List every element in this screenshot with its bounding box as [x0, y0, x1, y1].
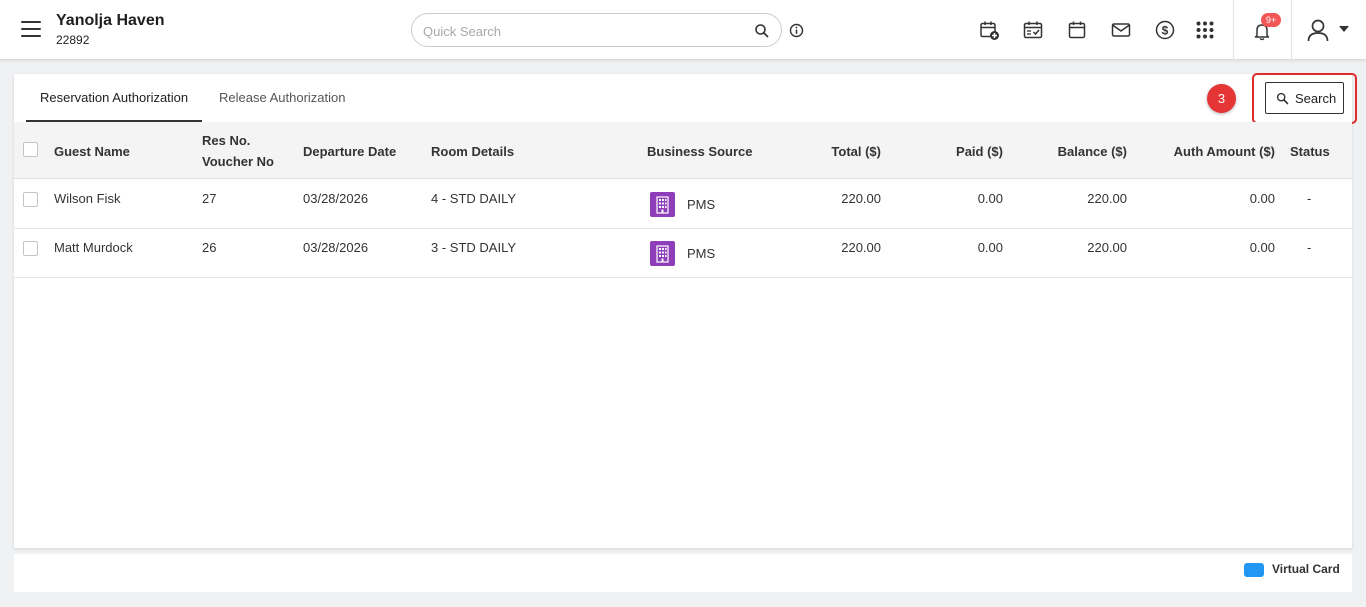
dollar-icon[interactable]: $ — [1154, 19, 1176, 41]
col-balance[interactable]: Balance ($) — [1007, 144, 1127, 159]
total: 220.00 — [841, 191, 881, 206]
search-icon — [1276, 92, 1289, 105]
tab-release-authorization[interactable]: Release Authorization — [205, 74, 359, 122]
row-checkbox[interactable] — [23, 192, 38, 207]
building-icon — [650, 192, 675, 217]
mail-icon[interactable] — [1110, 19, 1132, 41]
status: - — [1307, 240, 1312, 255]
property-name: Yanolja Haven — [56, 12, 165, 29]
step-badge: 3 — [1207, 84, 1236, 113]
col-guest-name[interactable]: Guest Name — [54, 144, 130, 159]
paid: 0.00 — [977, 191, 1003, 206]
status: - — [1307, 191, 1312, 206]
calendar-check-icon[interactable] — [1022, 19, 1044, 41]
tab-reservation-authorization[interactable]: Reservation Authorization — [26, 74, 203, 122]
building-icon — [650, 241, 675, 266]
top-header: Yanolja Haven 22892 $ 9+ — [0, 0, 1366, 60]
table-row[interactable]: Wilson Fisk 27 03/28/2026 4 - STD DAILY … — [14, 180, 1352, 229]
user-menu-caret-icon[interactable] — [1339, 26, 1349, 32]
business-source: PMS — [687, 197, 716, 212]
header-divider — [1291, 0, 1292, 60]
departure-date: 03/28/2026 — [303, 191, 369, 206]
search-button[interactable]: Search — [1265, 82, 1344, 114]
col-business-source[interactable]: Business Source — [647, 144, 753, 159]
user-avatar-icon[interactable] — [1305, 17, 1331, 43]
paid: 0.00 — [977, 240, 1003, 255]
col-departure-date[interactable]: Departure Date — [303, 144, 396, 159]
total: 220.00 — [841, 240, 881, 255]
balance: 220.00 — [1087, 240, 1127, 255]
legend-bar: Virtual Card — [14, 554, 1352, 592]
search-button-label: Search — [1295, 91, 1337, 106]
authorization-panel: Reservation Authorization Release Author… — [14, 73, 1357, 548]
table-header: Guest Name Res No. Voucher No Departure … — [14, 122, 1352, 179]
col-voucher-no[interactable]: Voucher No — [202, 154, 274, 169]
apps-grid-icon[interactable] — [1194, 19, 1216, 41]
property-id: 22892 — [56, 33, 90, 47]
auth-amount: 0.00 — [1249, 191, 1275, 206]
col-room-details[interactable]: Room Details — [431, 144, 514, 159]
business-source: PMS — [687, 246, 716, 261]
row-checkbox[interactable] — [23, 241, 38, 256]
col-paid[interactable]: Paid ($) — [883, 144, 1003, 159]
guest-name: Matt Murdock — [54, 240, 133, 255]
res-no: 27 — [202, 191, 217, 206]
quick-search-box — [411, 13, 782, 47]
balance: 220.00 — [1087, 191, 1127, 206]
select-all-checkbox[interactable] — [23, 142, 38, 157]
room-details: 4 - STD DAILY — [431, 191, 517, 206]
col-res-no[interactable]: Res No. — [202, 133, 250, 148]
quick-search-input[interactable] — [423, 21, 743, 41]
header-divider — [1233, 0, 1234, 60]
menu-icon[interactable] — [21, 21, 41, 37]
calendar-icon[interactable] — [1066, 19, 1088, 41]
guest-name: Wilson Fisk — [54, 191, 121, 206]
new-reservation-icon[interactable] — [978, 19, 1000, 41]
search-icon[interactable] — [753, 22, 771, 40]
room-details: 3 - STD DAILY — [431, 240, 517, 255]
departure-date: 03/28/2026 — [303, 240, 369, 255]
notification-badge: 9+ — [1261, 13, 1281, 27]
info-icon[interactable] — [789, 23, 804, 38]
virtual-card-label: Virtual Card — [1272, 562, 1340, 576]
virtual-card-swatch — [1244, 563, 1264, 577]
table-row[interactable]: Matt Murdock 26 03/28/2026 3 - STD DAILY… — [14, 229, 1352, 278]
auth-amount: 0.00 — [1249, 240, 1275, 255]
svg-text:$: $ — [1162, 24, 1169, 38]
col-total[interactable]: Total ($) — [761, 144, 881, 159]
res-no: 26 — [202, 240, 217, 255]
col-status[interactable]: Status — [1290, 144, 1330, 159]
col-auth-amount[interactable]: Auth Amount ($) — [1125, 144, 1275, 159]
